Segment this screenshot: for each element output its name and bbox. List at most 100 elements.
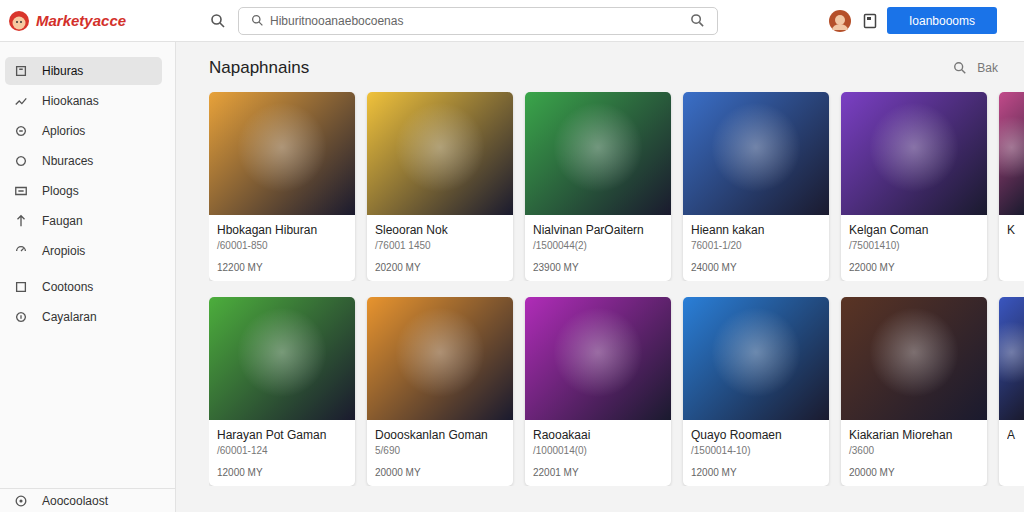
card-price: 23900 MY: [533, 262, 663, 273]
card-code: 76001-1/20: [691, 240, 821, 251]
back-link[interactable]: Bak: [953, 61, 998, 75]
search-submit-icon[interactable]: [690, 13, 705, 28]
card-code: /1000014(0): [533, 445, 663, 456]
search-icon[interactable]: [210, 13, 226, 29]
game-card[interactable]: Kiakarian Miorehan/360020000 MY: [841, 297, 987, 486]
sidebar-item-label: Cayalaran: [42, 310, 97, 324]
sidebar-item[interactable]: Hiookanas: [5, 87, 162, 115]
card-price: 22000 MY: [849, 262, 979, 273]
sidebar-item[interactable]: Nburaces: [5, 147, 162, 175]
search-icon: [953, 61, 967, 75]
card-price: 20200 MY: [375, 262, 505, 273]
game-card[interactable]: Nialvinan ParOaitern/1500044(2)23900 MY: [525, 92, 671, 281]
card-price: 24000 MY: [691, 262, 821, 273]
game-card[interactable]: Sleooran Nok/76001 1450 20200 MY: [367, 92, 513, 281]
section-title: Napaphnains: [209, 58, 309, 78]
card-info: K: [999, 215, 1024, 273]
sidebar-item-icon: [14, 184, 28, 198]
sidebar-item-label: Cootoons: [42, 280, 93, 294]
primary-button[interactable]: Ioanboooms: [887, 7, 997, 34]
sidebar-item-icon: [14, 310, 28, 324]
sidebar-item-label: Faugan: [42, 214, 83, 228]
card-code: /60001-124: [217, 445, 347, 456]
sidebar-item[interactable]: Hiburas: [5, 57, 162, 85]
game-card[interactable]: Harayan Pot Gaman/60001-124 12000 MY: [209, 297, 355, 486]
card-title: Quayo Roomaen: [691, 428, 821, 442]
top-bar: Marketyacce Hiburitnooanaebocoenas Ioanboo…: [0, 0, 1024, 42]
card-code: /3600: [849, 445, 979, 456]
sidebar-item-icon: [14, 280, 28, 294]
sidebar-item[interactable]: Ploogs: [5, 177, 162, 205]
card-title: Harayan Pot Gaman: [217, 428, 347, 442]
search-field[interactable]: Hiburitnooanaebocoenas: [238, 7, 718, 35]
game-card[interactable]: Kelgan Coman/75001410) 22000 MY: [841, 92, 987, 281]
card-info: Raooakaai/1000014(0)22001 MY: [525, 420, 671, 486]
card-title: Hieann kakan: [691, 223, 821, 237]
game-art: [525, 297, 671, 420]
game-card[interactable]: Raooakaai/1000014(0)22001 MY: [525, 297, 671, 486]
game-card[interactable]: Quayo Roomaen/1500014-10) 12000 MY: [683, 297, 829, 486]
game-card[interactable]: Hieann kakan 76001-1/20 24000 MY: [683, 92, 829, 281]
card-title: Kelgan Coman: [849, 223, 979, 237]
sidebar-item-icon: [14, 94, 28, 108]
user-avatar-icon[interactable]: [829, 10, 851, 32]
game-card[interactable]: Doooskanlan Goman5/69020000 MY: [367, 297, 513, 486]
sidebar-item[interactable]: Cayalaran: [5, 303, 162, 331]
card-code: /1500044(2): [533, 240, 663, 251]
settings-icon: [14, 494, 28, 508]
sidebar-item[interactable]: Faugan: [5, 207, 162, 235]
sidebar-footer-label: Aoocoolaost: [42, 494, 108, 508]
sidebar-item-icon: [14, 124, 28, 138]
card-code: /1500014-10): [691, 445, 821, 456]
document-icon[interactable]: [863, 13, 877, 29]
card-info: Quayo Roomaen/1500014-10) 12000 MY: [683, 420, 829, 486]
card-title: Sleooran Nok: [375, 223, 505, 237]
sidebar-item-icon: [14, 214, 28, 228]
card-row: Hbokagan Hiburan/60001-85012200 MYSleoor…: [209, 92, 1024, 281]
sidebar-item-icon: [14, 244, 28, 258]
game-art: [841, 297, 987, 420]
sidebar-item[interactable]: Cootoons: [5, 273, 162, 301]
card-info: Doooskanlan Goman5/69020000 MY: [367, 420, 513, 486]
sidebar-item[interactable]: Aropiois: [5, 237, 162, 265]
top-actions: Ioanboooms: [829, 7, 1024, 34]
marketplace-page: Marketyacce Hiburitnooanaebocoenas Ioanboo…: [0, 0, 1024, 512]
main-content: Napaphnains Bak Hbokagan Hiburan/60001-850…: [176, 42, 1024, 512]
sidebar-item-label: Hiburas: [42, 64, 83, 78]
card-title: Doooskanlan Goman: [375, 428, 505, 442]
sidebar-item-label: Aplorios: [42, 124, 85, 138]
game-art: [683, 297, 829, 420]
game-card[interactable]: A: [999, 297, 1024, 486]
search-placeholder: Hiburitnooanaebocoenas: [270, 14, 684, 28]
search-area: Hiburitnooanaebocoenas: [176, 7, 718, 35]
card-info: Hbokagan Hiburan/60001-85012200 MY: [209, 215, 355, 281]
body: Hiburas Hiookanas Aplorios Nburaces Ploogs Fa…: [0, 42, 1024, 512]
card-code: /60001-850: [217, 240, 347, 251]
sidebar: Hiburas Hiookanas Aplorios Nburaces Ploogs Fa…: [0, 42, 176, 512]
card-title: Raooakaai: [533, 428, 663, 442]
card-code: /75001410): [849, 240, 979, 251]
game-art: [367, 92, 513, 215]
game-card[interactable]: K: [999, 92, 1024, 281]
game-art: [209, 92, 355, 215]
game-art: [367, 297, 513, 420]
sidebar-item[interactable]: Aplorios: [5, 117, 162, 145]
search-icon: [251, 14, 264, 27]
section-header: Napaphnains Bak: [209, 58, 1024, 78]
card-info: Kiakarian Miorehan/360020000 MY: [841, 420, 987, 486]
brand[interactable]: Marketyacce: [0, 10, 176, 32]
card-code: /76001 1450: [375, 240, 505, 251]
back-link-label: Bak: [977, 61, 998, 75]
game-card[interactable]: Hbokagan Hiburan/60001-85012200 MY: [209, 92, 355, 281]
game-art: [999, 297, 1024, 420]
sidebar-footer-item[interactable]: Aoocoolaost: [0, 488, 175, 512]
mascot-logo-icon: [8, 10, 30, 32]
sidebar-item-label: Hiookanas: [42, 94, 99, 108]
sidebar-item-label: Ploogs: [42, 184, 79, 198]
card-title: Hbokagan Hiburan: [217, 223, 347, 237]
card-price: 12000 MY: [217, 467, 347, 478]
card-title: K: [1007, 223, 1016, 237]
card-price: 12000 MY: [691, 467, 821, 478]
game-art: [841, 92, 987, 215]
game-art: [999, 92, 1024, 215]
